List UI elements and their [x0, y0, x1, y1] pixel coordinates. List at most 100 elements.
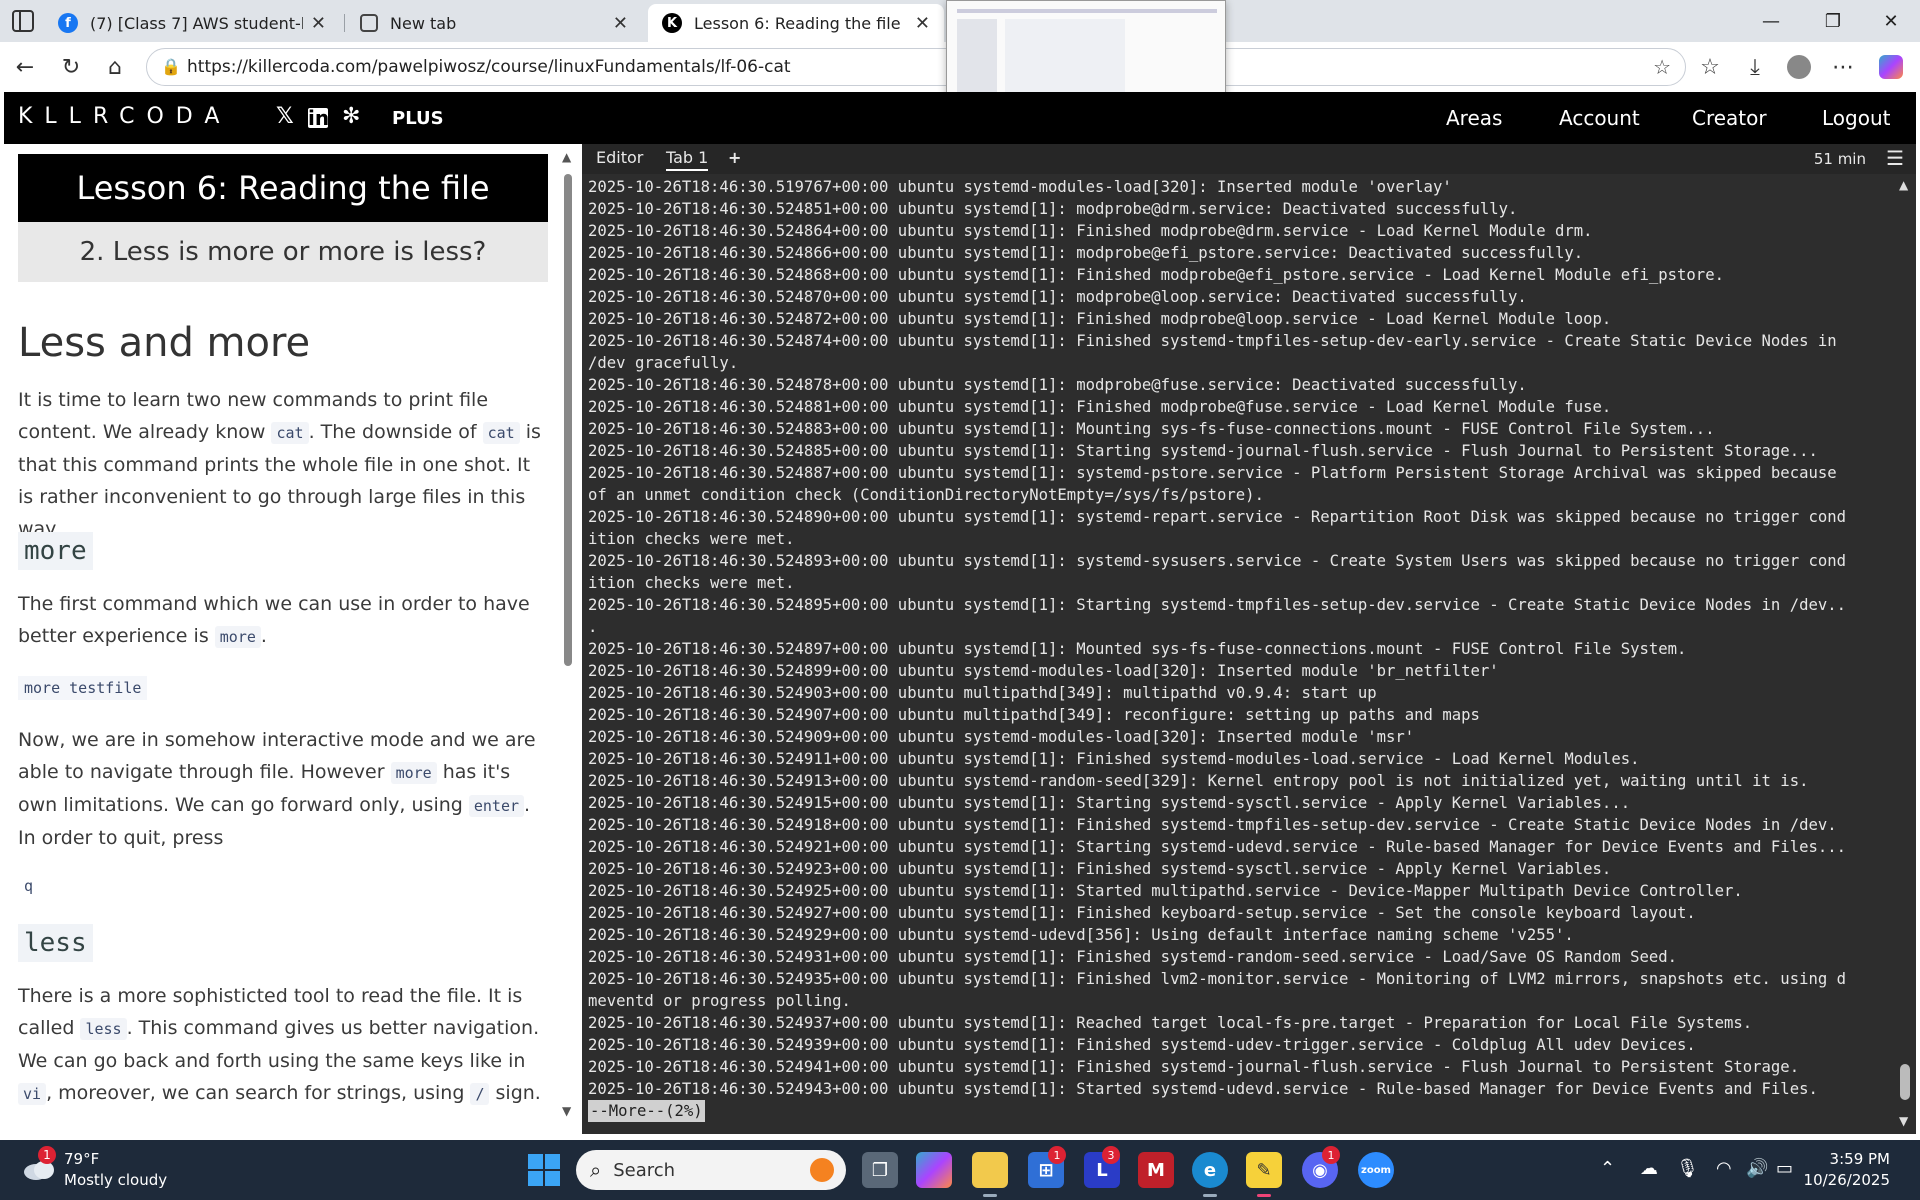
- plus-link[interactable]: PLUS: [392, 108, 444, 129]
- terminal-line: 2025-10-26T18:46:30.524939+00:00 ubuntu …: [588, 1036, 1696, 1054]
- terminal-line: 2025-10-26T18:46:30.524870+00:00 ubuntu …: [588, 288, 1527, 306]
- close-icon[interactable]: ✕: [311, 13, 326, 34]
- terminal-line: 2025-10-26T18:46:30.524872+00:00 ubuntu …: [588, 310, 1612, 328]
- terminal-line: 2025-10-26T18:46:30.524915+00:00 ubuntu …: [588, 794, 1631, 812]
- copilot-app-icon[interactable]: [916, 1152, 952, 1188]
- tab-divider: [344, 14, 345, 32]
- killercoda-logo[interactable]: KLLRCODA: [18, 104, 231, 129]
- notification-badge: 1: [1322, 1146, 1340, 1164]
- killercoda-icon: K: [662, 13, 682, 33]
- terminal-line: 2025-10-26T18:46:30.524878+00:00 ubuntu …: [588, 376, 1527, 394]
- browser-tab-new-tab[interactable]: New tab ✕: [346, 4, 642, 42]
- wifi-icon[interactable]: ◠: [1716, 1158, 1732, 1179]
- terminal-line: 2025-10-26T18:46:30.524895+00:00 ubuntu …: [588, 596, 1847, 614]
- minimize-icon[interactable]: —: [1756, 6, 1786, 36]
- site-info-icon[interactable]: 🔒: [161, 57, 181, 76]
- nav-logout[interactable]: Logout: [1822, 106, 1890, 130]
- scrollbar-thumb[interactable]: [1900, 1064, 1910, 1100]
- paragraph-more-usage: Now, we are in somehow interactive mode …: [18, 724, 548, 854]
- terminal-line: 2025-10-26T18:46:30.524909+00:00 ubuntu …: [588, 728, 1415, 746]
- favorite-star-icon[interactable]: ☆: [1653, 55, 1671, 79]
- scroll-up-icon[interactable]: ▲: [1899, 178, 1908, 192]
- slack-icon[interactable]: ✻: [342, 104, 360, 129]
- nav-creator[interactable]: Creator: [1692, 106, 1767, 130]
- paragraph-less: There is a more sophisticted tool to rea…: [18, 980, 548, 1110]
- terminal-line: /dev gracefully.: [588, 354, 739, 372]
- terminal-output[interactable]: 2025-10-26T18:46:30.519767+00:00 ubuntu …: [588, 176, 1888, 1134]
- copilot-icon[interactable]: [1876, 52, 1906, 82]
- terminal-line: 2025-10-26T18:46:30.524851+00:00 ubuntu …: [588, 200, 1518, 218]
- lesson-scrollbar[interactable]: ▲ ▼: [560, 144, 574, 1134]
- linkedin-icon[interactable]: in: [308, 108, 329, 128]
- scroll-down-icon[interactable]: ▼: [1899, 1114, 1908, 1128]
- windows-start-icon[interactable]: [528, 1154, 560, 1186]
- nav-areas[interactable]: Areas: [1446, 106, 1502, 130]
- terminal-line: 2025-10-26T18:46:30.519767+00:00 ubuntu …: [588, 178, 1452, 196]
- mcafee-icon[interactable]: M: [1138, 1152, 1174, 1188]
- tab-editor[interactable]: Editor: [596, 148, 643, 167]
- inline-code: vi: [18, 1083, 47, 1105]
- weather-description[interactable]: Mostly cloudy: [64, 1171, 167, 1189]
- restore-icon[interactable]: ❐: [1818, 6, 1848, 36]
- terminal-line: .: [588, 618, 598, 636]
- terminal-panel: Editor Tab 1 + 51 min ☰ 2025-10-26T18:46…: [582, 144, 1916, 1134]
- terminal-line: 2025-10-26T18:46:30.524943+00:00 ubuntu …: [588, 1080, 1818, 1098]
- terminal-line: 2025-10-26T18:46:30.524941+00:00 ubuntu …: [588, 1058, 1800, 1076]
- search-highlight-icon: [810, 1158, 834, 1182]
- clock-time[interactable]: 3:59 PM: [1810, 1150, 1890, 1168]
- cloud-sync-icon[interactable]: ☁: [1640, 1158, 1658, 1179]
- clock-date[interactable]: 10/26/2025: [1790, 1171, 1890, 1189]
- sticky-notes-icon[interactable]: ✎: [1246, 1152, 1282, 1188]
- hamburger-menu-icon[interactable]: ☰: [1886, 146, 1904, 170]
- show-hidden-icons-icon[interactable]: ⌃: [1600, 1158, 1615, 1179]
- text: . The downside of: [308, 421, 483, 443]
- taskbar-search[interactable]: ⌕ Search: [576, 1150, 846, 1190]
- download-icon[interactable]: ⤓: [1740, 52, 1770, 82]
- browser-tab-killercoda[interactable]: K Lesson 6: Reading the file | Pawel ✕: [648, 4, 944, 42]
- file-explorer-icon[interactable]: [972, 1152, 1008, 1188]
- close-icon[interactable]: ✕: [915, 13, 930, 34]
- scroll-up-icon[interactable]: ▲: [562, 150, 571, 164]
- weather-temperature[interactable]: 79°F: [64, 1150, 99, 1168]
- terminal-line: 2025-10-26T18:46:30.524874+00:00 ubuntu …: [588, 332, 1837, 350]
- browser-tab-facebook[interactable]: f (7) [Class 7] AWS student-led Sun ✕: [44, 4, 340, 42]
- favorites-icon[interactable]: ☆: [1695, 52, 1725, 82]
- home-icon[interactable]: ⌂: [100, 52, 130, 82]
- code-example-quit[interactable]: q: [18, 874, 40, 898]
- url-input[interactable]: 🔒 https://killercoda.com/pawelpiwosz/cou…: [146, 48, 1686, 86]
- terminal-line: 2025-10-26T18:46:30.524864+00:00 ubuntu …: [588, 222, 1593, 240]
- profile-avatar-icon[interactable]: [1784, 52, 1814, 82]
- inline-code: more: [390, 762, 437, 784]
- inline-code: more: [214, 626, 261, 648]
- zoom-icon[interactable]: zoom: [1358, 1152, 1394, 1188]
- add-tab-icon[interactable]: +: [728, 148, 741, 167]
- close-window-icon[interactable]: ✕: [1876, 6, 1906, 36]
- windows-taskbar: 1 79°F Mostly cloudy ⌕ Search ❐ ⊞ 1 L 3 …: [0, 1140, 1920, 1200]
- edge-browser-icon[interactable]: e: [1192, 1152, 1228, 1188]
- more-options-icon[interactable]: ⋯: [1828, 52, 1858, 82]
- terminal-line: 2025-10-26T18:46:30.524881+00:00 ubuntu …: [588, 398, 1612, 416]
- refresh-icon[interactable]: ↻: [56, 52, 86, 82]
- facebook-icon: f: [58, 13, 78, 33]
- terminal-line: 2025-10-26T18:46:30.524883+00:00 ubuntu …: [588, 420, 1715, 438]
- url-text: https://killercoda.com/pawelpiwosz/cours…: [187, 57, 791, 77]
- microphone-icon[interactable]: 🎙: [1676, 1158, 1699, 1179]
- x-icon[interactable]: 𝕏: [276, 104, 294, 129]
- scroll-down-icon[interactable]: ▼: [562, 1104, 571, 1118]
- tab-actions-icon[interactable]: [12, 10, 34, 32]
- terminal-line: 2025-10-26T18:46:30.524897+00:00 ubuntu …: [588, 640, 1687, 658]
- tab-terminal-1[interactable]: Tab 1: [666, 148, 709, 171]
- scrollbar-thumb[interactable]: [564, 174, 572, 666]
- close-icon[interactable]: ✕: [613, 13, 628, 34]
- lesson-step-title: 2. Less is more or more is less?: [18, 222, 548, 282]
- task-view-icon[interactable]: ❐: [862, 1152, 898, 1188]
- terminal-line: 2025-10-26T18:46:30.524927+00:00 ubuntu …: [588, 904, 1696, 922]
- terminal-scrollbar[interactable]: ▲ ▼: [1894, 174, 1916, 1134]
- code-example-more[interactable]: more testfile: [18, 676, 148, 700]
- nav-account[interactable]: Account: [1559, 106, 1640, 130]
- weather-badge: 1: [38, 1146, 56, 1164]
- speaker-icon[interactable]: 🔊: [1746, 1158, 1768, 1179]
- inline-code: less: [80, 1018, 127, 1040]
- site-header: KLLRCODA 𝕏 in ✻ PLUS Areas Account Creat…: [4, 92, 1916, 144]
- back-arrow-icon[interactable]: ←: [10, 52, 40, 82]
